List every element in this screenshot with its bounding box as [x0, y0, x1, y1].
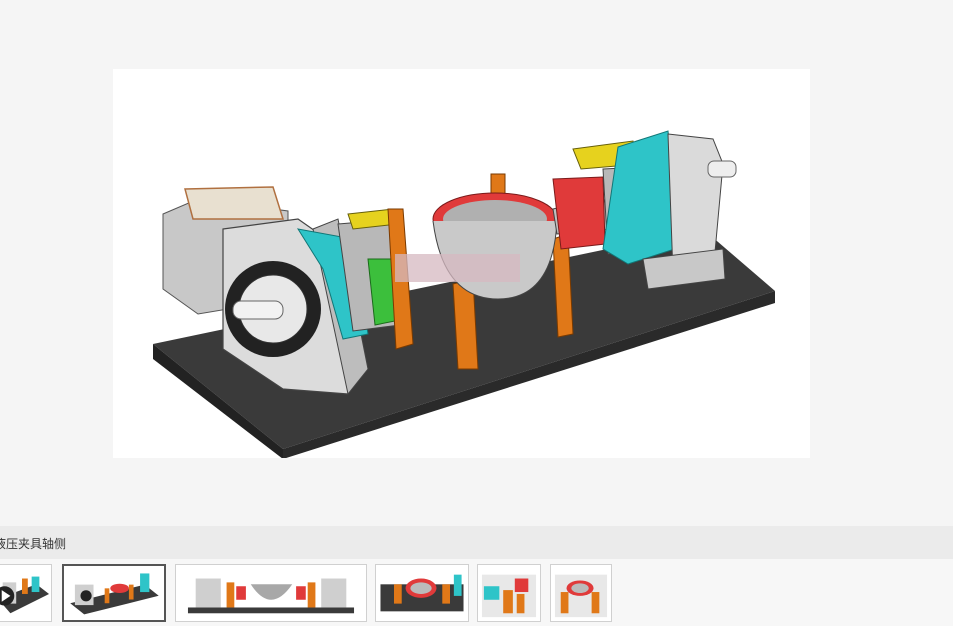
- thumbnail-front-view[interactable]: [175, 564, 367, 622]
- thumbnail-axonometric[interactable]: [62, 564, 166, 622]
- thumbnail-image: [187, 578, 355, 614]
- thumbnail-image: [0, 576, 50, 614]
- thumbnail-detail-2[interactable]: [550, 564, 612, 622]
- fixture-render: [153, 130, 775, 459]
- main-product-image[interactable]: [113, 69, 810, 459]
- image-caption: 液压夹具轴侧: [0, 537, 67, 551]
- thumbnail-top-view[interactable]: [375, 564, 469, 622]
- image-viewer: [0, 0, 953, 526]
- thumbnail-detail-1[interactable]: [477, 564, 541, 622]
- thumbnail-image: [380, 574, 464, 612]
- thumbnail-image: [70, 573, 159, 615]
- thumbnail-strip: [0, 559, 953, 626]
- thumbnail-image: [481, 574, 537, 618]
- caption-bar: 液压夹具轴侧: [0, 526, 953, 559]
- thumbnail-video[interactable]: [0, 564, 52, 622]
- thumbnail-image: [554, 574, 608, 618]
